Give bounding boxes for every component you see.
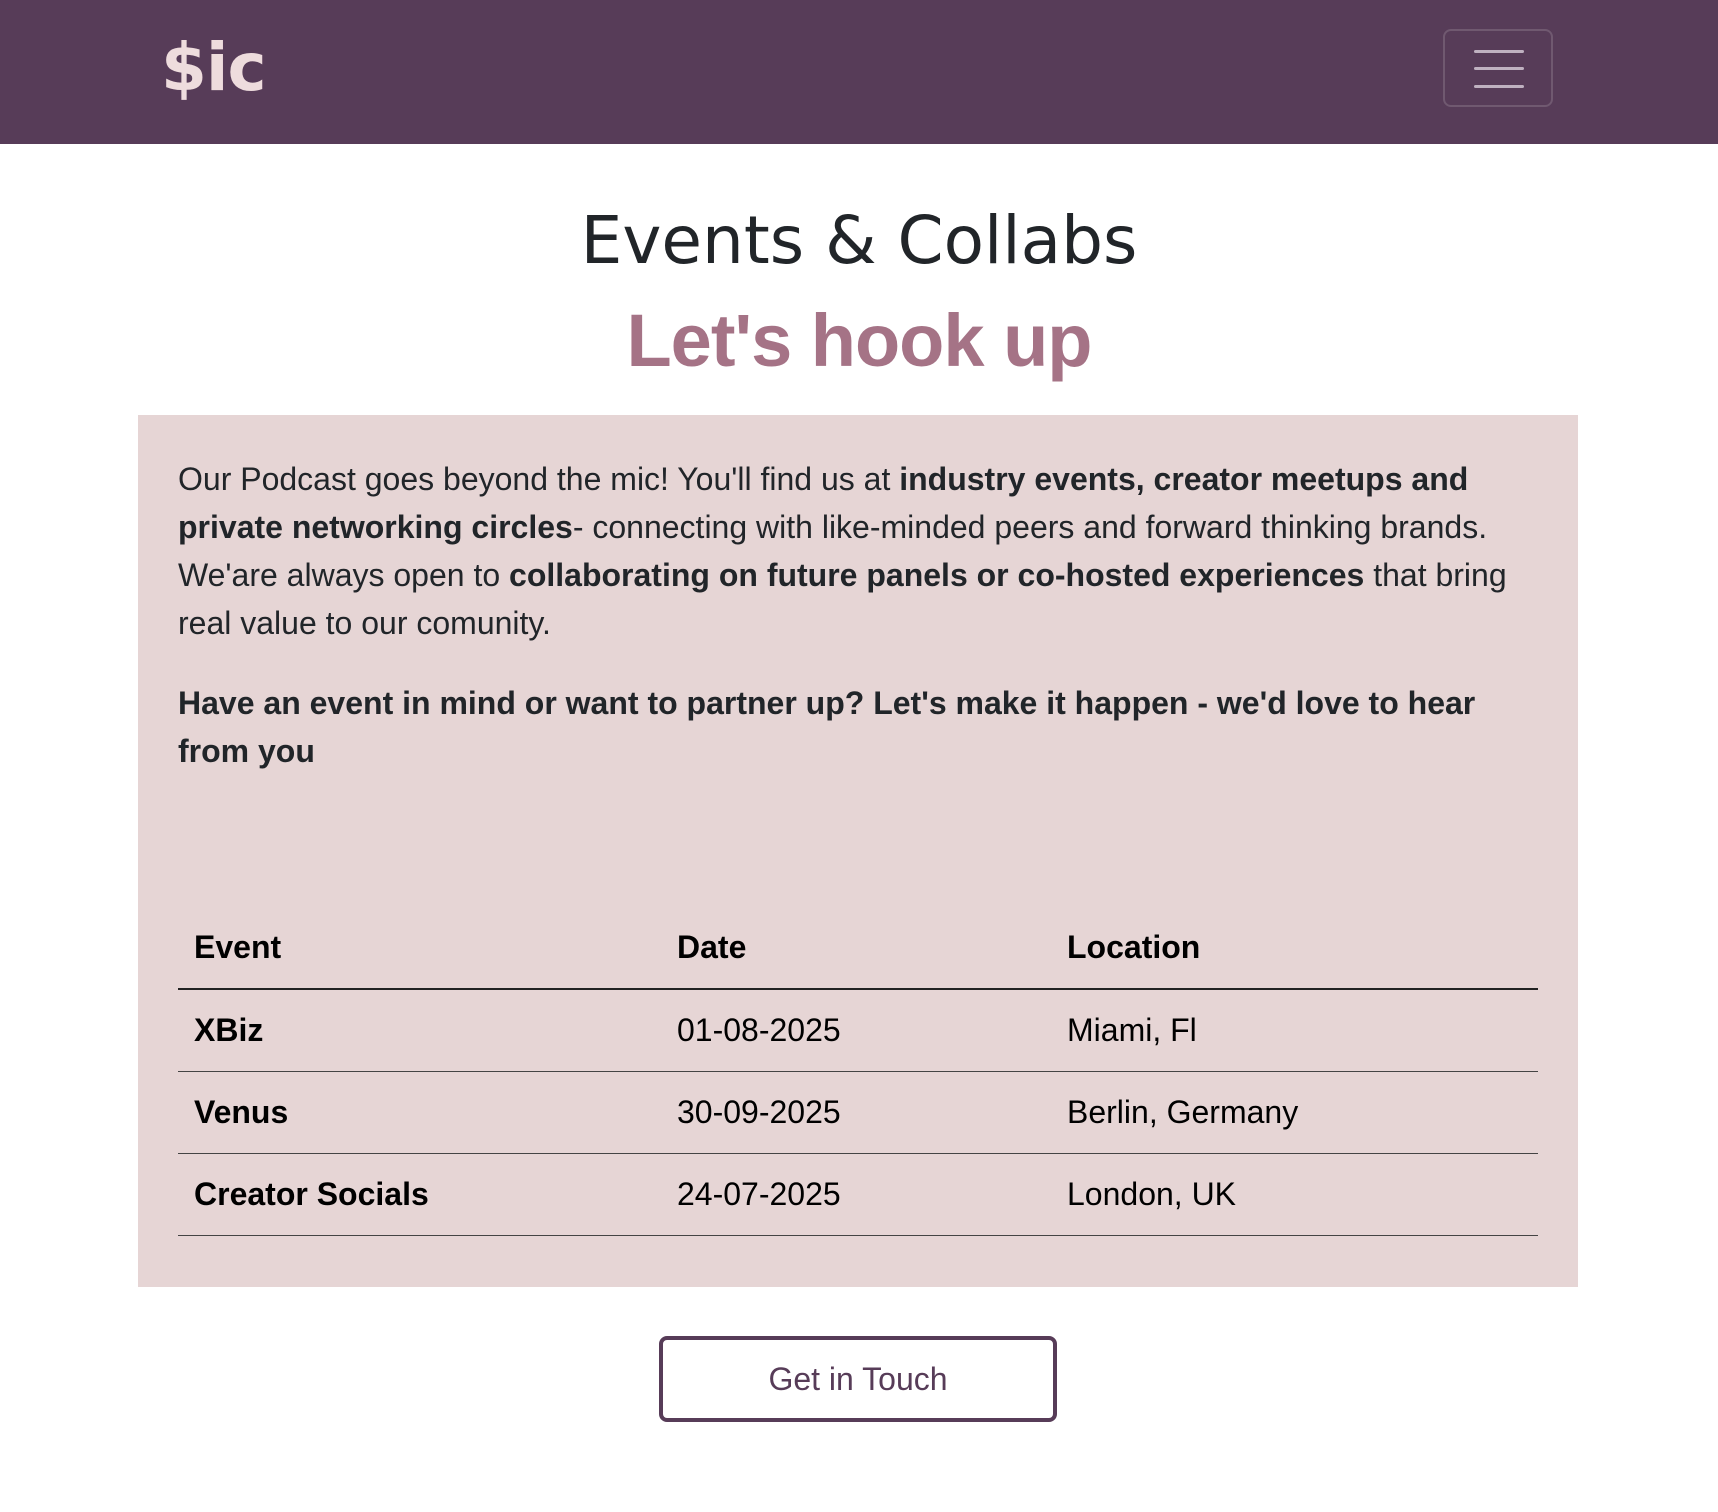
event-name: XBiz [178, 989, 661, 1072]
event-name: Creator Socials [178, 1153, 661, 1236]
menu-toggle-button[interactable] [1443, 29, 1553, 107]
event-date: 24-07-2025 [661, 1153, 1051, 1236]
event-name: Venus [178, 1071, 661, 1154]
column-header-event: Event [178, 907, 661, 990]
events-panel: Our Podcast goes beyond the mic! You'll … [138, 415, 1578, 1287]
intro-paragraph: Our Podcast goes beyond the mic! You'll … [178, 455, 1543, 647]
page-subtitle: Let's hook up [626, 299, 1092, 382]
event-date: 30-09-2025 [661, 1071, 1051, 1154]
hamburger-menu-icon [1474, 50, 1524, 88]
event-location: Miami, Fl [1051, 989, 1538, 1072]
table-row: XBiz 01-08-2025 Miami, Fl [178, 989, 1538, 1072]
partner-callout: Have an event in mind or want to partner… [178, 685, 1476, 769]
brand-logo[interactable]: $ic [161, 28, 267, 108]
intro-highlight-2: collaborating on future panels or co-hos… [509, 557, 1365, 593]
column-header-location: Location [1051, 907, 1538, 990]
navbar: $ic [0, 0, 1718, 144]
intro-text-1: Our Podcast goes beyond the mic! You'll … [178, 461, 900, 497]
page-title: Events & Collabs [580, 202, 1138, 279]
table-row: Venus 30-09-2025 Berlin, Germany [178, 1071, 1538, 1154]
table-row: Creator Socials 24-07-2025 London, UK [178, 1153, 1538, 1236]
event-location: London, UK [1051, 1153, 1538, 1236]
get-in-touch-button[interactable]: Get in Touch [659, 1336, 1057, 1422]
column-header-date: Date [661, 907, 1051, 990]
event-date: 01-08-2025 [661, 989, 1051, 1072]
table-header-row: Event Date Location [178, 907, 1538, 990]
events-table: Event Date Location XBiz 01-08-2025 Miam… [178, 907, 1538, 1236]
event-location: Berlin, Germany [1051, 1071, 1538, 1154]
